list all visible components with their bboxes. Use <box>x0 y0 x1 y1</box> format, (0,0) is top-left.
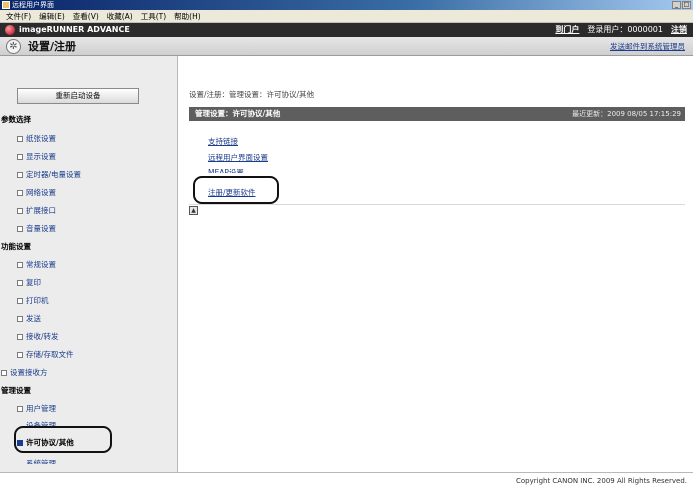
breadcrumb: 设置/注册：管理设置：许可协议/其他 <box>189 90 315 99</box>
menu-tools[interactable]: 工具(T) <box>137 11 170 22</box>
window-titlebar: 远程用户界面 _ □ <box>0 0 693 10</box>
send-mail-link[interactable]: 发送邮件到系统管理员 <box>610 37 685 56</box>
sidebar-item-timer[interactable]: 定时器/电量设置 <box>16 169 81 180</box>
sidebar-item-destination[interactable]: 设置接收方 <box>1 367 48 378</box>
sidebar-group-function: 功能设置 <box>1 242 31 251</box>
restart-device-button[interactable]: 重新启动设备 <box>17 88 139 104</box>
last-updated: 最近更新：2009 08/05 17:15:29 <box>572 110 681 118</box>
window-controls: _ □ <box>672 1 691 9</box>
sidebar-item-display[interactable]: 显示设置 <box>17 151 56 162</box>
maximize-button[interactable]: □ <box>682 1 691 9</box>
page-title: 设置/注册 <box>28 40 77 53</box>
sidebar-item-network[interactable]: 网络设置 <box>17 187 56 198</box>
remote-ui-settings-link[interactable]: 远程用户界面设置 <box>208 152 268 163</box>
canon-logo-icon <box>5 25 15 35</box>
portal-link[interactable]: 到门户 <box>555 23 579 37</box>
copyright: Copyright CANON INC. 2009 All Rights Res… <box>515 477 687 485</box>
sidebar-item-receive-forward[interactable]: 接收/转发 <box>17 331 59 342</box>
brand-bar: imageRUNNER ADVANCE 到门户 登录用户：0000001 注销 <box>0 23 693 37</box>
minimize-button[interactable]: _ <box>672 1 681 9</box>
panel-title: 管理设置：许可协议/其他 <box>195 109 281 118</box>
sidebar-item-paper[interactable]: 纸张设置 <box>17 133 56 144</box>
window-title: 远程用户界面 <box>12 1 54 9</box>
mode-bar: ✲ 设置/注册 发送邮件到系统管理员 <box>0 37 693 56</box>
sidebar-group-management: 管理设置 <box>1 386 31 395</box>
sidebar-item-printer[interactable]: 打印机 <box>17 295 49 306</box>
menu-help[interactable]: 帮助(H) <box>170 11 205 22</box>
highlight-annotation <box>14 426 112 453</box>
sidebar-item-send[interactable]: 发送 <box>17 313 41 324</box>
settings-mode-icon: ✲ <box>6 39 21 54</box>
logout-link[interactable]: 注销 <box>671 23 687 37</box>
support-link[interactable]: 支持链接 <box>208 136 238 147</box>
app-header: imageRUNNER ADVANCE 到门户 登录用户：0000001 注销 … <box>0 23 693 56</box>
menu-edit[interactable]: 编辑(E) <box>35 11 69 22</box>
menu-view[interactable]: 查看(V) <box>69 11 103 22</box>
meap-settings-link[interactable]: MEAP设置 <box>208 167 244 173</box>
ie-app-icon <box>2 1 10 9</box>
brand-name: imageRUNNER ADVANCE <box>19 25 130 34</box>
footer: Copyright CANON INC. 2009 All Rights Res… <box>0 472 693 491</box>
highlight-annotation <box>193 176 279 204</box>
sidebar-item-store-access[interactable]: 存储/存取文件 <box>17 349 74 360</box>
login-user-label: 登录用户：0000001 <box>587 25 663 34</box>
menu-bar: 文件(F) 编辑(E) 查看(V) 收藏(A) 工具(T) 帮助(H) <box>0 10 693 23</box>
sidebar-item-system-management[interactable]: 系统管理 <box>26 458 56 464</box>
menu-favorites[interactable]: 收藏(A) <box>103 11 137 22</box>
sidebar-item-user-management[interactable]: 用户管理 <box>17 403 56 414</box>
menu-file[interactable]: 文件(F) <box>2 11 35 22</box>
sidebar-item-common[interactable]: 常规设置 <box>17 259 56 270</box>
panel-header: 管理设置：许可协议/其他 最近更新：2009 08/05 17:15:29 <box>189 107 685 121</box>
main-content: 设置/注册：管理设置：许可协议/其他 管理设置：许可协议/其他 最近更新：200… <box>179 56 693 472</box>
content-divider <box>189 204 685 205</box>
sidebar: 重新启动设备 参数选择 纸张设置 显示设置 定时器/电量设置 网络设置 扩展接口… <box>0 56 178 472</box>
user-area: 到门户 登录用户：0000001 注销 <box>555 23 687 37</box>
sidebar-item-volume[interactable]: 音量设置 <box>17 223 56 234</box>
sidebar-item-interface[interactable]: 扩展接口 <box>17 205 56 216</box>
back-to-top-icon[interactable]: ▲ <box>189 206 198 215</box>
sidebar-group-preferences: 参数选择 <box>1 115 31 124</box>
sidebar-item-copy[interactable]: 复印 <box>17 277 41 288</box>
